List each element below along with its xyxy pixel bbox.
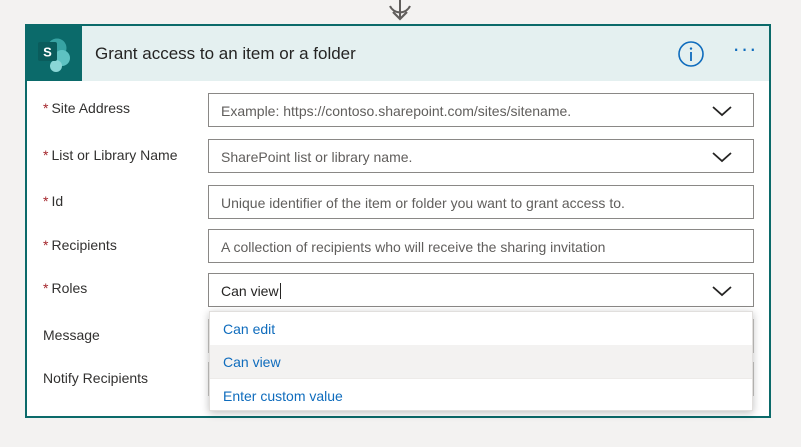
app-icon-letter: S xyxy=(43,45,52,60)
id-input[interactable]: Unique identifier of the item or folder … xyxy=(208,185,754,219)
option-can-edit[interactable]: Can edit xyxy=(210,312,752,345)
id-placeholder: Unique identifier of the item or folder … xyxy=(221,195,625,211)
recipients-label-text: Recipients xyxy=(51,237,117,253)
required-mark: * xyxy=(43,147,49,163)
list-name-label: * List or Library Name xyxy=(43,147,178,163)
site-address-placeholder: Example: https://contoso.sharepoint.com/… xyxy=(221,103,572,119)
list-name-label-text: List or Library Name xyxy=(51,147,178,163)
enter-custom-value[interactable]: Enter custom value xyxy=(210,379,752,412)
id-label: * Id xyxy=(43,193,63,209)
recipients-input[interactable]: A collection of recipients who will rece… xyxy=(208,229,754,263)
roles-value: Can view xyxy=(221,283,281,299)
required-mark: * xyxy=(43,193,49,209)
card-title: Grant access to an item or a folder xyxy=(95,44,356,63)
sharepoint-app-tile: S xyxy=(27,26,82,81)
recipients-label: * Recipients xyxy=(43,237,117,253)
text-cursor xyxy=(279,283,281,299)
roles-value-text: Can view xyxy=(221,283,279,299)
chevron-down-icon[interactable] xyxy=(711,150,733,164)
notify-recipients-label: Notify Recipients xyxy=(43,370,149,386)
roles-label-text: Roles xyxy=(51,280,88,296)
required-mark: * xyxy=(43,237,49,253)
roles-label: * Roles xyxy=(43,280,87,296)
option-can-view[interactable]: Can view xyxy=(210,345,752,378)
chevron-down-icon[interactable] xyxy=(711,284,733,298)
sharepoint-icon: S xyxy=(38,38,70,72)
roles-dropdown[interactable]: Can view xyxy=(208,273,754,307)
chevron-down-icon[interactable] xyxy=(711,104,733,118)
card-header[interactable]: S Grant access to an item or a folder ··… xyxy=(27,26,769,81)
list-name-placeholder: SharePoint list or library name. xyxy=(221,149,413,165)
roles-options-list: Can edit Can view Enter custom value xyxy=(209,311,753,411)
list-name-dropdown[interactable]: SharePoint list or library name. xyxy=(208,139,754,173)
info-icon[interactable] xyxy=(677,40,705,68)
connector-arrow-icon xyxy=(389,0,411,21)
site-address-dropdown[interactable]: Example: https://contoso.sharepoint.com/… xyxy=(208,93,754,127)
action-card: S Grant access to an item or a folder ··… xyxy=(25,24,771,418)
recipients-placeholder: A collection of recipients who will rece… xyxy=(221,239,606,255)
more-options-icon[interactable]: ··· xyxy=(730,38,760,64)
required-mark: * xyxy=(43,280,49,296)
site-address-label-text: Site Address xyxy=(51,100,131,116)
id-label-text: Id xyxy=(51,193,64,209)
required-mark: * xyxy=(43,100,49,116)
message-label: Message xyxy=(43,327,100,343)
site-address-label: * Site Address xyxy=(43,100,130,116)
